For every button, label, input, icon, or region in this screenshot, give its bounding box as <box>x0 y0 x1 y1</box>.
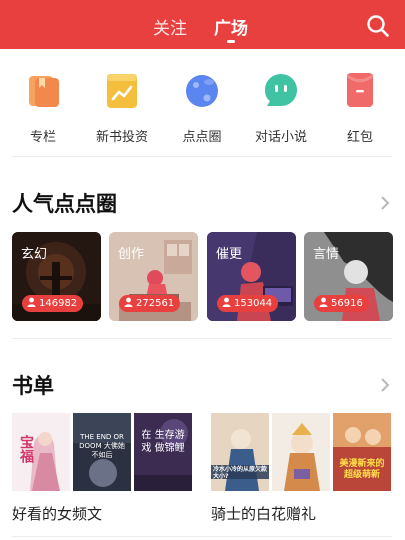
book-cover[interactable]: 冷水小冷的从原欠款大小? <box>211 413 269 491</box>
book-cover[interactable]: 在 生存游戏 做锦鲤 <box>134 413 192 491</box>
divider <box>12 536 392 537</box>
entry-label: 专栏 <box>29 130 56 145</box>
top-nav-bar: 关注 广场 <box>0 0 405 49</box>
divider <box>12 156 392 157</box>
member-count-badge: 153044 <box>217 295 279 312</box>
booklist-title[interactable]: 好看的女频文 <box>12 503 102 524</box>
book-cover-title: 冷水小冷的从原欠款大小? <box>213 466 268 480</box>
book-cover-title: 在 生存游戏 做锦鲤 <box>141 430 185 454</box>
entry-column[interactable]: 专栏 <box>7 70 79 150</box>
member-count: 56916 <box>331 298 363 309</box>
member-count-badge: 272561 <box>119 295 181 312</box>
entry-dialogue-novel[interactable]: 对话小说 <box>245 70 317 150</box>
person-icon <box>222 297 231 307</box>
book-cover[interactable]: THE END OR DOOM 大佛她不如后 <box>73 413 131 491</box>
member-count-badge: 146982 <box>22 295 84 312</box>
section-title-popular-circles: 人气点点圈 <box>12 192 117 216</box>
book-cover-title: 宝福 <box>18 435 34 463</box>
circle-card-creation[interactable]: 创作 272561 <box>109 232 198 321</box>
active-tab-indicator <box>227 40 235 43</box>
chevron-right-icon[interactable] <box>380 377 390 393</box>
chevron-right-icon[interactable] <box>380 195 390 211</box>
entry-label: 红包 <box>346 130 373 145</box>
circle-card-fantasy[interactable]: 玄幻 146982 <box>12 232 101 321</box>
entry-label: 对话小说 <box>254 130 307 145</box>
entry-label: 新书投资 <box>95 130 148 145</box>
tab-follow[interactable]: 关注 <box>153 14 187 39</box>
circle-name: 玄幻 <box>21 247 48 262</box>
book-cover-art <box>272 413 330 491</box>
person-icon <box>124 297 133 307</box>
booklist-title[interactable]: 骑士的白花赠礼 <box>211 503 316 524</box>
planet-icon <box>186 75 218 107</box>
section-title-booklists: 书单 <box>12 374 54 398</box>
book-cover-title: 美漫新来的 超级萌新 <box>339 459 385 480</box>
divider <box>12 338 392 339</box>
search-icon[interactable] <box>366 14 390 38</box>
book-cover[interactable] <box>272 413 330 491</box>
person-icon <box>319 297 328 307</box>
circle-name: 言情 <box>313 247 340 262</box>
circle-name: 催更 <box>216 247 243 262</box>
book-cover[interactable]: 美漫新来的 超级萌新 <box>333 413 391 491</box>
circle-name: 创作 <box>118 247 145 262</box>
book-cover[interactable]: 宝福 <box>12 413 70 491</box>
circle-card-romance[interactable]: 言情 56916 <box>304 232 393 321</box>
chat-bubble-icon <box>265 74 297 106</box>
trend-chart-icon <box>107 74 137 108</box>
circle-card-update-urge[interactable]: 催更 153044 <box>207 232 296 321</box>
person-icon <box>27 297 36 307</box>
entry-red-envelope[interactable]: 红包 <box>324 70 396 150</box>
member-count: 146982 <box>39 298 78 309</box>
member-count-badge: 56916 <box>314 295 369 312</box>
book-cover-title: THE END OR DOOM 大佛她不如后 <box>79 433 125 459</box>
entry-label: 点点圈 <box>182 130 222 145</box>
member-count: 153044 <box>234 298 273 309</box>
entry-circle[interactable]: 点点圈 <box>166 70 238 150</box>
column-icon <box>29 76 59 107</box>
red-envelope-icon <box>347 73 373 107</box>
entry-new-book-invest[interactable]: 新书投资 <box>86 70 158 150</box>
tab-square[interactable]: 广场 <box>214 14 248 39</box>
member-count: 272561 <box>136 298 175 309</box>
